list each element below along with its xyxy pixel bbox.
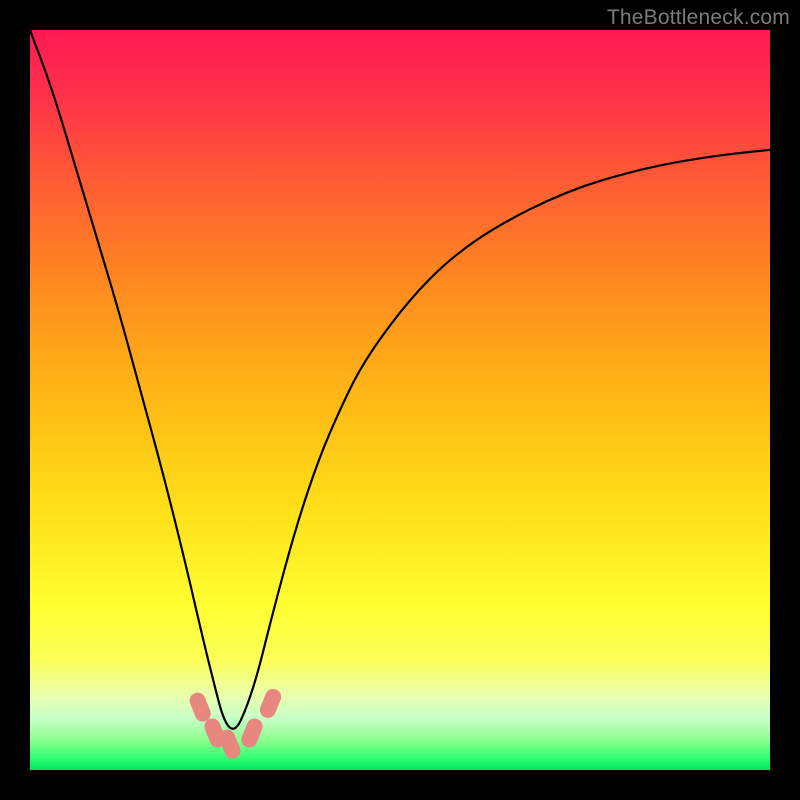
- valley-marker: [257, 686, 283, 720]
- curve-markers: [187, 686, 283, 761]
- curve-path: [30, 30, 770, 729]
- plot-area: [30, 30, 770, 770]
- valley-marker: [239, 716, 265, 750]
- valley-marker: [187, 690, 213, 724]
- outer-frame: TheBottleneck.com: [0, 0, 800, 800]
- bottleneck-curve: [30, 30, 770, 770]
- watermark-label: TheBottleneck.com: [607, 6, 790, 30]
